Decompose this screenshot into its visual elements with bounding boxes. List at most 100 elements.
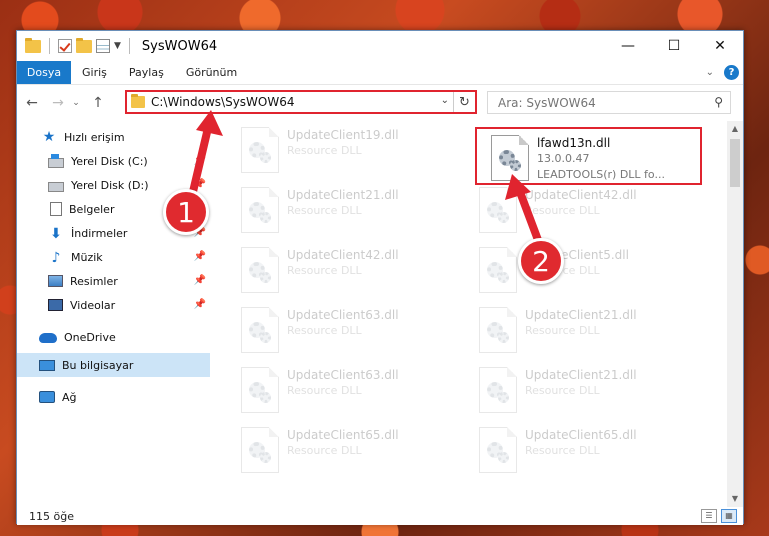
sidebar-item-label: Videolar [70, 298, 116, 312]
dll-file-icon [241, 247, 279, 293]
file-type: Resource DLL [525, 444, 600, 457]
vertical-scrollbar[interactable]: ▲ ▼ [727, 121, 743, 507]
scroll-down-arrow-icon[interactable]: ▼ [727, 491, 743, 507]
dll-file-icon [241, 187, 279, 233]
help-icon[interactable]: ? [724, 65, 739, 80]
file-type: Resource DLL [287, 264, 362, 277]
star-icon: ★ [42, 129, 56, 145]
ribbon-right-controls: ⌄ ? [706, 65, 739, 80]
file-name: UpdateClient21.dll [287, 188, 399, 202]
file-name: UpdateClient42.dll [287, 248, 399, 262]
search-icon[interactable]: ⚲ [714, 95, 723, 109]
file-name: UpdateClient21.dll [525, 368, 637, 382]
tab-share[interactable]: Paylaş [118, 61, 175, 84]
toolbar-divider [128, 38, 130, 54]
documents-icon [50, 202, 62, 216]
sidebar-item-music[interactable]: ♪ Müzik 📌 [17, 245, 210, 269]
file-type: Resource DLL [525, 324, 600, 337]
dll-file-icon [241, 127, 279, 173]
list-item[interactable]: UpdateClient21.dll Resource DLL [449, 361, 679, 421]
status-bar: 115 öğe ☰ ▦ [17, 507, 743, 525]
file-name: UpdateClient63.dll [287, 368, 399, 382]
sidebar-item-label: Hızlı erişim [64, 130, 125, 144]
drive-c-icon [48, 153, 64, 168]
refresh-icon[interactable]: ↻ [453, 92, 475, 112]
dll-file-icon [479, 427, 517, 473]
sidebar-item-label: İndirmeler [71, 226, 128, 240]
file-name: UpdateClient65.dll [525, 428, 637, 442]
recent-locations-chevron-icon[interactable]: ⌄ [69, 98, 83, 108]
close-button[interactable]: ✕ [697, 31, 743, 61]
step-2-badge: 2 [518, 238, 564, 284]
list-item[interactable]: UpdateClient65.dll Resource DLL [449, 421, 679, 481]
dll-file-icon [241, 307, 279, 353]
file-explorer-window: ▼ SysWOW64 — ☐ ✕ Dosya Giriş Paylaş Görü… [16, 30, 744, 525]
sidebar-item-label: Yerel Disk (C:) [71, 154, 148, 168]
sidebar-item-this-pc[interactable]: Bu bilgisayar [17, 353, 210, 377]
new-folder-icon[interactable] [76, 37, 92, 53]
properties-icon[interactable] [96, 39, 110, 53]
search-input[interactable] [498, 95, 698, 110]
tab-file[interactable]: Dosya [17, 61, 71, 84]
customize-toolbar-dropdown-icon[interactable]: ▼ [114, 41, 121, 51]
scrollbar-thumb[interactable] [730, 139, 740, 187]
list-item[interactable]: UpdateClient63.dll Resource DLL [211, 361, 441, 421]
view-toggle: ☰ ▦ [701, 509, 737, 523]
file-type: Resource DLL [287, 324, 362, 337]
sidebar-item-videos[interactable]: Videolar 📌 [17, 293, 210, 317]
dll-file-icon [241, 367, 279, 413]
address-folder-icon [131, 94, 145, 108]
window-title: SysWOW64 [141, 38, 218, 54]
back-arrow-icon[interactable]: ← [21, 95, 43, 111]
up-arrow-icon[interactable]: ↑ [87, 95, 109, 111]
list-item[interactable]: UpdateClient65.dll Resource DLL [211, 421, 441, 481]
list-item[interactable]: UpdateClient42.dll Resource DLL [211, 241, 441, 301]
file-type: Resource DLL [287, 204, 362, 217]
tab-view[interactable]: Görünüm [175, 61, 248, 84]
sidebar-item-label: Resimler [70, 274, 118, 288]
tab-home[interactable]: Giriş [71, 61, 118, 84]
scroll-up-arrow-icon[interactable]: ▲ [727, 121, 743, 137]
address-path[interactable]: C:\Windows\SysWOW64 [151, 95, 295, 109]
list-item[interactable]: UpdateClient21.dll Resource DLL [449, 301, 679, 361]
sidebar-item-label: Belgeler [69, 202, 115, 216]
pictures-icon [48, 275, 63, 287]
minimize-button[interactable]: — [605, 31, 651, 61]
onedrive-icon [39, 333, 57, 343]
navigation-bar: ← → ⌄ ↑ C:\Windows\SysWOW64 ⌄ ↻ ⚲ [17, 86, 743, 120]
list-item[interactable]: UpdateClient5.dll Resource DLL [449, 241, 679, 301]
list-item[interactable]: UpdateClient63.dll Resource DLL [211, 301, 441, 361]
maximize-button[interactable]: ☐ [651, 31, 697, 61]
sidebar-item-pictures[interactable]: Resimler 📌 [17, 269, 210, 293]
file-name: UpdateClient19.dll [287, 128, 399, 142]
list-item[interactable]: UpdateClient21.dll Resource DLL [211, 181, 441, 241]
music-icon: ♪ [51, 250, 61, 266]
file-name: UpdateClient21.dll [525, 308, 637, 322]
tiles-view-icon[interactable]: ▦ [721, 509, 737, 523]
address-dropdown-icon[interactable]: ⌄ [441, 95, 449, 106]
pin-icon: 📌 [193, 299, 206, 310]
expand-ribbon-chevron-icon[interactable]: ⌄ [706, 67, 714, 78]
file-type: Resource DLL [525, 204, 600, 217]
sidebar-item-onedrive[interactable]: OneDrive [17, 325, 210, 349]
navigation-pane: ★ Hızlı erişim Yerel Disk (C:) 📌 Yerel D… [17, 121, 210, 507]
search-box[interactable]: ⚲ [487, 91, 731, 114]
videos-icon [48, 299, 63, 311]
dll-file-icon [479, 367, 517, 413]
title-bar: ▼ SysWOW64 — ☐ ✕ [17, 31, 743, 61]
list-item[interactable]: UpdateClient42.dll Resource DLL [449, 181, 679, 241]
list-item[interactable]: UpdateClient19.dll Resource DLL [211, 121, 441, 181]
drive-icon [48, 181, 64, 192]
sidebar-item-label: OneDrive [64, 330, 116, 344]
address-bar[interactable]: C:\Windows\SysWOW64 ⌄ ↻ [125, 90, 477, 114]
file-highlight-box [475, 127, 702, 185]
details-view-icon[interactable]: ☰ [701, 509, 717, 523]
sidebar-item-local-disk-c[interactable]: Yerel Disk (C:) 📌 [17, 149, 210, 173]
properties-check-icon[interactable] [58, 39, 72, 53]
sidebar-item-quick-access[interactable]: ★ Hızlı erişim [17, 125, 210, 149]
ribbon-tabs: Dosya Giriş Paylaş Görünüm ⌄ ? [17, 61, 743, 85]
sidebar-item-network[interactable]: Ağ [17, 385, 210, 409]
forward-arrow-icon[interactable]: → [47, 95, 69, 111]
network-icon [39, 391, 55, 403]
sidebar-item-label: Müzik [71, 250, 103, 264]
